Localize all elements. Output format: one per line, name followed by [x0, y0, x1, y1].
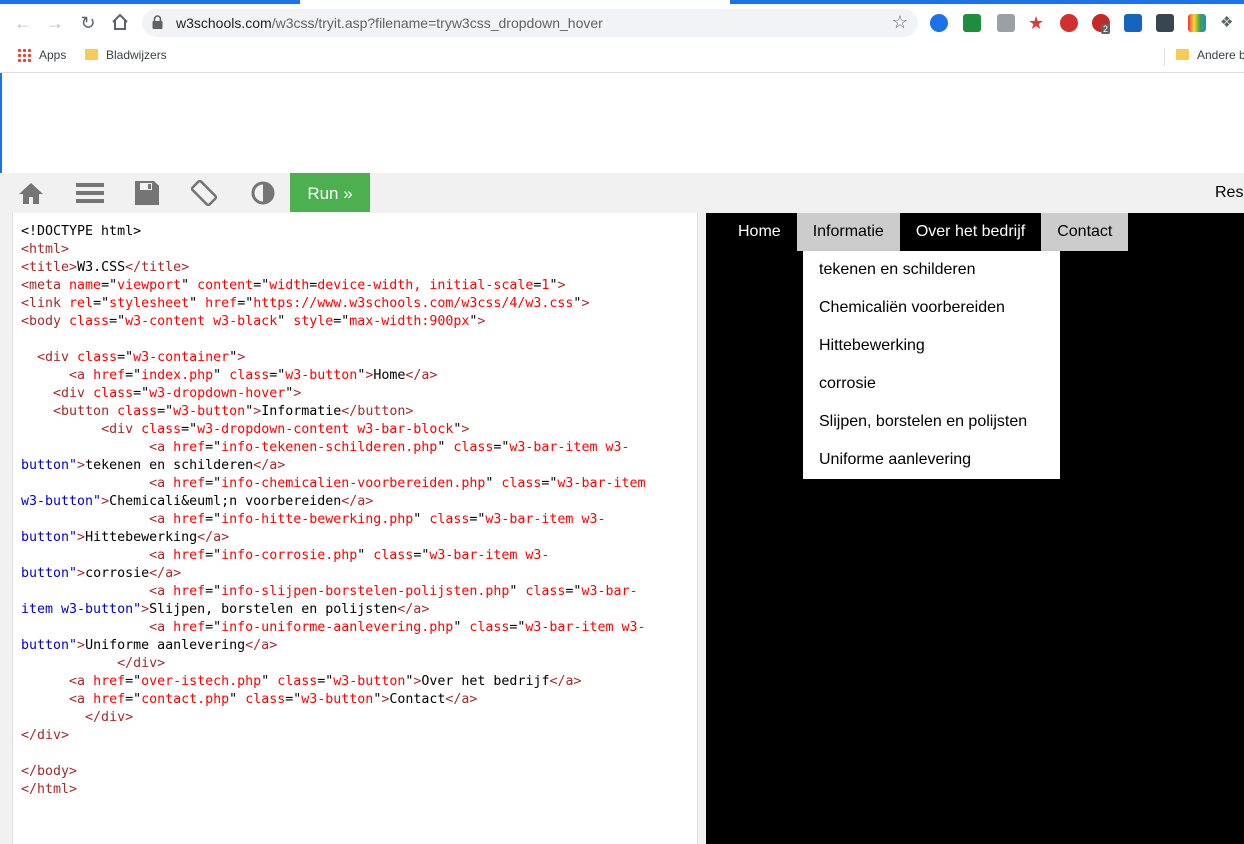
result-nav-contact[interactable]: Contact: [1041, 213, 1129, 251]
extension-star-icon[interactable]: ★: [1028, 14, 1046, 32]
contrast-icon[interactable]: [249, 180, 277, 206]
code-panel: <!DOCTYPE html> <html> <title>W3.CSS</ti…: [0, 213, 706, 844]
dropdown-item[interactable]: Slijpen, borstelen en polijsten: [803, 403, 1060, 441]
home-icon[interactable]: [17, 180, 45, 206]
extension-dropper-icon[interactable]: [997, 14, 1015, 32]
address-bar[interactable]: w3schools.com/w3css/tryit.asp?filename=t…: [142, 9, 918, 37]
extension-m-icon[interactable]: [1156, 14, 1174, 32]
extension-blue-icon[interactable]: [1124, 14, 1142, 32]
browser-toolbar: ← → ↻ w3schools.com/w3css/tryit.asp?file…: [0, 4, 1244, 42]
reload-icon[interactable]: ↻: [77, 12, 99, 34]
extension-seo-icon[interactable]: [1060, 14, 1078, 32]
run-button[interactable]: Run »: [290, 173, 370, 212]
save-icon[interactable]: [133, 180, 161, 206]
url-path: /w3css/tryit.asp?filename=tryw3css_dropd…: [271, 15, 603, 31]
url-host: w3schools.com: [176, 15, 272, 31]
bookmarks-bar: Apps Bladwijzers Andere b: [0, 42, 1244, 73]
bookmark-bladwijzers[interactable]: Bladwijzers: [85, 48, 167, 62]
dropdown-item[interactable]: Uniforme aanlevering: [803, 441, 1060, 479]
dropdown-menu: tekenen en schilderen Chemicaliën voorber…: [803, 251, 1060, 479]
menu-icon[interactable]: [76, 180, 104, 206]
home-icon[interactable]: [109, 12, 131, 34]
extension-green-icon[interactable]: [963, 14, 981, 32]
dropdown-item[interactable]: Chemicaliën voorbereiden: [803, 289, 1060, 327]
extension-check-icon[interactable]: [930, 14, 948, 32]
extension-adblock-icon[interactable]: 2: [1092, 14, 1111, 34]
rotate-screen-icon[interactable]: [190, 180, 218, 206]
result-size-label: Resu: [1215, 184, 1244, 201]
extension-color-icon[interactable]: [1188, 14, 1206, 32]
bookmark-label: Bladwijzers: [106, 48, 167, 62]
code-text[interactable]: <!DOCTYPE html> <html> <title>W3.CSS</ti…: [21, 223, 646, 799]
extensions-puzzle-icon[interactable]: ❖: [1220, 14, 1238, 32]
extension-badge: 2: [1101, 24, 1111, 34]
page-edge-accent: [0, 73, 2, 173]
result-navbar: Home Informatie Over het bedrijf Contact: [722, 213, 1129, 251]
folder-icon: [1176, 49, 1189, 60]
apps-icon: [17, 48, 31, 62]
result-frame: Home Informatie Over het bedrijf Contact te…: [706, 213, 1244, 844]
dropdown-item[interactable]: tekenen en schilderen: [803, 251, 1060, 289]
bookmark-star-icon[interactable]: ☆: [892, 12, 908, 33]
tryit-toolbar: Run » Resu: [0, 173, 1244, 213]
lock-icon: [152, 15, 163, 29]
folder-icon: [85, 49, 98, 60]
bookmarks-divider: [1164, 48, 1165, 66]
back-icon[interactable]: ←: [12, 12, 34, 34]
dropdown-item[interactable]: Hittebewerking: [803, 327, 1060, 365]
other-bookmarks-label: Andere b: [1197, 48, 1244, 62]
dropdown-item[interactable]: corrosie: [803, 365, 1060, 403]
url-text: w3schools.com/w3css/tryit.asp?filename=t…: [176, 15, 603, 31]
forward-icon[interactable]: →: [44, 12, 66, 34]
code-editor[interactable]: <!DOCTYPE html> <html> <title>W3.CSS</ti…: [12, 213, 698, 844]
result-nav-home[interactable]: Home: [722, 213, 797, 251]
bookmark-label: Apps: [39, 48, 67, 62]
result-nav-over-het-bedrijf[interactable]: Over het bedrijf: [899, 213, 1042, 251]
bookmark-apps[interactable]: Apps: [17, 48, 66, 62]
result-nav-informatie[interactable]: Informatie: [796, 213, 900, 251]
other-bookmarks[interactable]: Andere b: [1176, 48, 1244, 62]
